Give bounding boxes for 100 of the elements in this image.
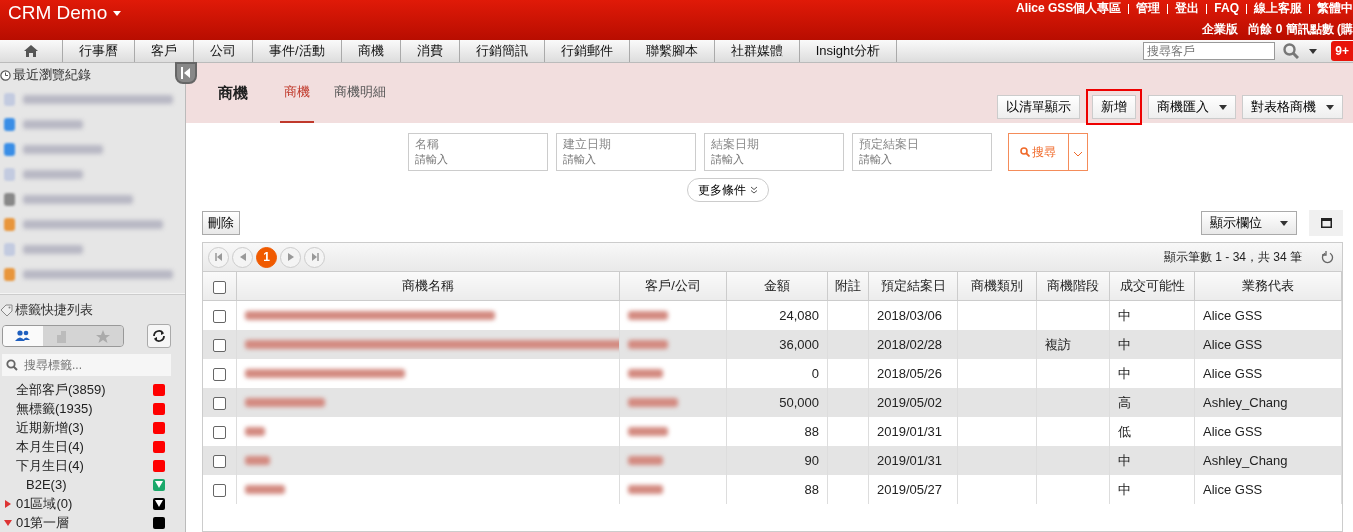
table-cell: 2019/01/31: [877, 424, 943, 439]
row-checkbox[interactable]: [213, 310, 226, 324]
column-header[interactable]: 客戶/公司: [619, 272, 727, 301]
nav-tab[interactable]: 行銷郵件: [544, 40, 630, 62]
section-title: 最近瀏覽紀錄: [13, 66, 91, 84]
blurred-link[interactable]: [628, 398, 678, 407]
blurred-link[interactable]: [245, 456, 270, 465]
nav-tab[interactable]: 聯繫腳本: [629, 40, 715, 62]
action-button[interactable]: 商機匯入: [1148, 95, 1236, 119]
nav-tab[interactable]: 消費: [400, 40, 460, 62]
column-header[interactable]: 業務代表: [1194, 272, 1342, 301]
blurred-link[interactable]: [628, 456, 663, 465]
expanded-arrow-icon[interactable]: [4, 519, 12, 526]
row-checkbox[interactable]: [213, 339, 226, 353]
last-page-button[interactable]: [304, 246, 325, 268]
select-all-checkbox[interactable]: [213, 280, 226, 294]
search-field[interactable]: 搜尋客戶: [1143, 42, 1276, 60]
action-button[interactable]: 對表格商機: [1242, 95, 1343, 119]
first-page-button[interactable]: [208, 246, 229, 268]
blurred-link[interactable]: [628, 427, 668, 436]
account-info: 尚餘 0 簡訊點數 (購: [1248, 21, 1353, 38]
refresh-button[interactable]: [147, 324, 171, 348]
blurred-link[interactable]: [628, 369, 663, 378]
row-checkbox[interactable]: [213, 455, 226, 469]
nav-tab[interactable]: 商機: [341, 40, 401, 62]
columns-dropdown-button[interactable]: 顯示欄位: [1201, 211, 1297, 235]
filter-field[interactable]: 預定結案日 請輸入: [851, 133, 992, 171]
first-icon: [214, 253, 223, 261]
blurred-link[interactable]: [628, 311, 668, 320]
previous-page-button[interactable]: [232, 246, 253, 268]
people-tab[interactable]: [3, 326, 43, 346]
row-checkbox[interactable]: [213, 426, 226, 440]
blurred-link[interactable]: [245, 340, 619, 349]
header-link[interactable]: 線上客服: [1254, 2, 1302, 15]
nav-tab[interactable]: 事件/活動: [253, 40, 342, 62]
collapse-sidebar-button[interactable]: [175, 62, 197, 84]
header-link[interactable]: 登出: [1175, 2, 1200, 15]
caret-icon[interactable]: [113, 10, 122, 16]
more-conditions-button[interactable]: 更多條件: [686, 178, 769, 202]
page-tab[interactable]: 商機: [280, 63, 314, 123]
nav-tab[interactable]: 行銷簡訊: [459, 40, 545, 62]
delete-button[interactable]: 刪除: [202, 211, 240, 235]
action-button[interactable]: 以清單顯示: [997, 95, 1080, 119]
row-checkbox[interactable]: [213, 484, 226, 498]
header-link[interactable]: Alice GSS個人專區: [1015, 2, 1122, 15]
tag-search-box[interactable]: 搜尋標籤...: [2, 354, 171, 376]
table-cell: Alice GSS: [1203, 424, 1263, 439]
star-icon: [96, 329, 110, 343]
blurred-link[interactable]: [245, 485, 285, 494]
row-checkbox[interactable]: [213, 397, 226, 411]
tag-item[interactable]: 全部客戶(3859): [16, 380, 153, 399]
tag-item[interactable]: 01第一層: [16, 513, 153, 532]
blurred-link[interactable]: [245, 369, 405, 378]
reload-icon[interactable]: [1321, 250, 1334, 264]
tag-search-field[interactable]: 搜尋標籤...: [22, 357, 156, 373]
notification-badge[interactable]: 9+: [1331, 41, 1353, 61]
row-checkbox[interactable]: [213, 368, 226, 382]
tag-item[interactable]: 下月生日(4): [16, 456, 153, 475]
header-link[interactable]: FAQ: [1214, 2, 1239, 15]
maximize-button[interactable]: [1309, 210, 1343, 236]
table-cell: 2018/02/28: [877, 337, 943, 352]
filter-field[interactable]: 名稱 請輸入: [407, 133, 548, 171]
column-header[interactable]: 商機階段: [1036, 272, 1110, 301]
column-header[interactable]: 成交可能性: [1109, 272, 1195, 301]
page-tab[interactable]: 商機明細: [330, 63, 390, 123]
app-title[interactable]: CRM Demo: [8, 2, 108, 24]
blurred-link[interactable]: [245, 427, 265, 436]
tag-item[interactable]: 近期新增(3): [16, 418, 153, 437]
caret-icon[interactable]: [1309, 48, 1318, 54]
nav-tab[interactable]: Insight分析: [799, 40, 897, 62]
collapsed-arrow-icon[interactable]: [5, 499, 11, 508]
segmented-control[interactable]: [2, 325, 124, 347]
tag-item[interactable]: 本月生日(4): [16, 437, 153, 456]
tag-item[interactable]: 01區域(0): [16, 494, 153, 513]
tag-item[interactable]: B2E(3): [16, 477, 153, 492]
filter-field[interactable]: 結案日期 請輸入: [703, 133, 844, 171]
blurred-link[interactable]: [628, 485, 663, 494]
action-button[interactable]: 新增: [1092, 95, 1136, 119]
blurred-link[interactable]: [245, 311, 495, 320]
next-page-button[interactable]: [280, 246, 301, 268]
nav-tab[interactable]: 社群媒體: [714, 40, 800, 62]
column-header[interactable]: 預定結案日: [868, 272, 958, 301]
blurred-link[interactable]: [628, 340, 668, 349]
nav-tab[interactable]: 行事曆: [63, 40, 135, 62]
tag-item[interactable]: 無標籤(1935): [16, 399, 153, 418]
star-tab[interactable]: [83, 326, 123, 346]
search-icon[interactable]: [1283, 43, 1300, 59]
blurred-link[interactable]: [245, 398, 325, 407]
table-cell: 中: [1118, 307, 1131, 323]
table-cell: Alice GSS: [1203, 482, 1263, 497]
header-link[interactable]: 管理: [1136, 2, 1161, 15]
filter-field[interactable]: 建立日期 請輸入: [555, 133, 696, 171]
column-header[interactable]: 附註: [827, 272, 869, 301]
table-cell: Ashley_Chang: [1203, 453, 1288, 468]
table-cell: 複訪: [1045, 336, 1071, 352]
header-link[interactable]: 繁體中: [1317, 2, 1353, 15]
home-icon[interactable]: [23, 44, 39, 58]
column-header[interactable]: 商機類別: [957, 272, 1037, 301]
column-header[interactable]: 商機名稱: [236, 272, 620, 301]
column-header[interactable]: 金額: [726, 272, 828, 301]
